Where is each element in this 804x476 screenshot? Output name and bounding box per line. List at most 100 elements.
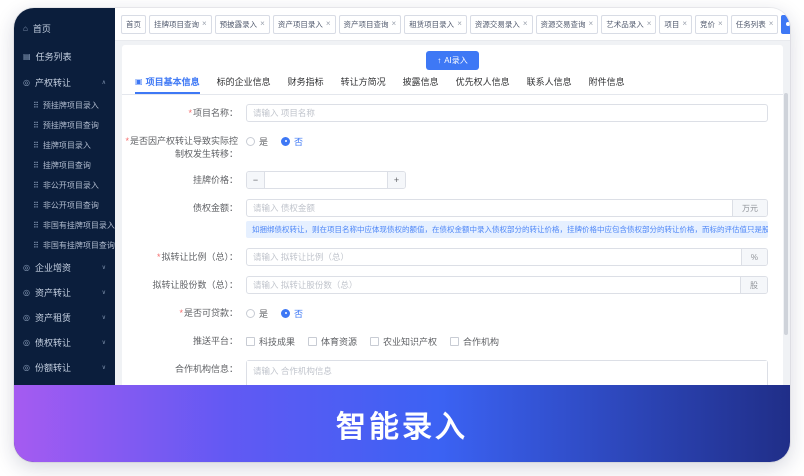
- page-tab-0[interactable]: 首页: [121, 15, 146, 34]
- page-tab-7[interactable]: 资源交易查询×: [536, 15, 599, 34]
- close-icon[interactable]: ×: [718, 20, 723, 28]
- sub-item-icon: ⠿: [33, 181, 39, 190]
- form-tab-5[interactable]: 优先权人信息: [456, 75, 510, 94]
- sidebar-group-4[interactable]: ◎债权转让∨: [14, 330, 115, 355]
- close-icon[interactable]: ×: [769, 20, 774, 28]
- form-tab-7[interactable]: 附件信息: [589, 75, 625, 94]
- scrollbar-thumb[interactable]: [784, 93, 788, 335]
- close-icon[interactable]: ×: [457, 20, 462, 28]
- chevron-down-icon: ∨: [102, 364, 106, 371]
- debt-amount-input[interactable]: [247, 203, 732, 213]
- page-tab-2[interactable]: 预披露录入×: [215, 15, 270, 34]
- page-tab-5[interactable]: 租赁项目录入×: [404, 15, 467, 34]
- required-star: *: [125, 136, 129, 146]
- page-tab-3[interactable]: 资产项目录入×: [273, 15, 336, 34]
- sidebar-subitem-0-0[interactable]: ⠿预挂牌项目录入: [14, 95, 115, 115]
- radio-label: 是: [259, 135, 268, 148]
- debt-amount-hint: 如捆绑债权转让，则在项目名称中应体现债权的额值，在债权金额中录入债权部分的转让价…: [246, 221, 768, 238]
- sidebar-group-3[interactable]: ◎资产租赁∨: [14, 305, 115, 330]
- chevron-down-icon: ∨: [102, 264, 106, 271]
- minus-button[interactable]: −: [247, 172, 265, 188]
- sidebar-group-label: 产权转让: [35, 76, 71, 89]
- form-tab-6[interactable]: 联系人信息: [527, 75, 572, 94]
- close-icon[interactable]: ×: [202, 20, 207, 28]
- form-row-transfer-shares: 拟转让股份数（总）：股: [122, 276, 768, 294]
- sidebar-group-label: 资产转让: [35, 286, 71, 299]
- ai-entry-button[interactable]: ↑ AI录入: [426, 51, 479, 70]
- page-tab-8[interactable]: 艺术品录入×: [601, 15, 656, 34]
- banner-title: 智能录入: [336, 402, 468, 446]
- field-label-listing-price: 挂牌价格：: [122, 171, 246, 189]
- form-tab-4[interactable]: 披露信息: [403, 75, 439, 94]
- form-tab-label: 联系人信息: [527, 77, 572, 87]
- tab-bar: 首页挂牌项目查询×预披露录入×资产项目录入×资产项目查询×租赁项目录入×资源交易…: [115, 8, 790, 41]
- control-transfer-radio-0[interactable]: 是: [246, 135, 268, 148]
- loan-available-radio-1[interactable]: 否: [281, 307, 303, 320]
- page-tab-4[interactable]: 资产项目查询×: [339, 15, 402, 34]
- field-label-text: 拟转让比例（总）：: [161, 252, 238, 262]
- sidebar-group-5[interactable]: ◎份额转让∨: [14, 355, 115, 380]
- form-tab-1[interactable]: 标的企业信息: [217, 75, 271, 94]
- push-platforms-checkbox-3[interactable]: 合作机构: [450, 335, 499, 348]
- sidebar-subitem-label: 预挂牌项目录入: [43, 100, 99, 111]
- smart-entry-banner: 智能录入: [14, 385, 790, 462]
- page-tab-6[interactable]: 资源交易录入×: [470, 15, 533, 34]
- loan-available-radio-0[interactable]: 是: [246, 307, 268, 320]
- transfer-shares-input[interactable]: [247, 280, 740, 290]
- sidebar-subitem-0-4[interactable]: ⠿非公开项目录入: [14, 175, 115, 195]
- close-icon[interactable]: ×: [589, 20, 594, 28]
- sidebar-group-2[interactable]: ◎资产转让∨: [14, 280, 115, 305]
- page-tab-11[interactable]: 任务列表×: [731, 15, 779, 34]
- form-tab-0[interactable]: ▣项目基本信息: [135, 75, 200, 94]
- field-label-text: 推送平台：: [193, 336, 238, 346]
- page-tab-10[interactable]: 竞价×: [695, 15, 728, 34]
- sidebar-item-1[interactable]: ▤任务列表: [14, 42, 115, 70]
- asset-transfer-icon: ◎: [23, 288, 30, 297]
- sidebar-subitem-0-3[interactable]: ⠿挂牌项目查询: [14, 155, 115, 175]
- push-platforms-checkbox-1[interactable]: 体育资源: [308, 335, 357, 348]
- control-transfer-radio-group: 是否: [246, 132, 768, 150]
- project-name-input[interactable]: [247, 108, 767, 118]
- sidebar-group-1[interactable]: ◎企业增资∨: [14, 255, 115, 280]
- sidebar-group-0[interactable]: ◎产权转让∧: [14, 70, 115, 95]
- transfer-ratio-input[interactable]: [247, 252, 741, 262]
- push-platforms-checkbox-2[interactable]: 农业知识产权: [370, 335, 437, 348]
- scrollbar[interactable]: [784, 93, 788, 335]
- field-control-push-platforms: 科技成果体育资源农业知识产权合作机构: [246, 332, 768, 350]
- listing-price-stepper-input[interactable]: [265, 172, 387, 188]
- close-icon[interactable]: ×: [392, 20, 397, 28]
- close-icon[interactable]: ×: [260, 20, 265, 28]
- close-icon[interactable]: ×: [647, 20, 652, 28]
- sidebar-subitem-0-7[interactable]: ⠿非国有挂牌项目查询: [14, 235, 115, 255]
- close-icon[interactable]: ×: [682, 20, 687, 28]
- page-tab-9[interactable]: 项目×: [659, 15, 692, 34]
- plus-button[interactable]: +: [387, 172, 405, 188]
- radio-label: 是: [259, 307, 268, 320]
- sidebar-subitem-0-1[interactable]: ⠿预挂牌项目查询: [14, 115, 115, 135]
- page-tab-12[interactable]: 预挂牌项目录入×: [781, 15, 790, 34]
- sidebar-subitem-0-6[interactable]: ⠿非国有挂牌项目录入: [14, 215, 115, 235]
- ai-entry-button-label: AI录入: [444, 55, 468, 66]
- radio-icon: [281, 137, 290, 146]
- field-label-project-name: *项目名称：: [122, 104, 246, 122]
- field-label-debt-amount: 债权金额：: [122, 199, 246, 238]
- close-icon[interactable]: ×: [326, 20, 331, 28]
- checkbox-icon: [450, 337, 459, 346]
- form-row-listing-price: 挂牌价格：− +: [122, 171, 768, 189]
- form-tab-3[interactable]: 转让方简况: [341, 75, 386, 94]
- page-tab-1[interactable]: 挂牌项目查询×: [149, 15, 212, 34]
- form-tab-2[interactable]: 财务指标: [288, 75, 324, 94]
- close-icon[interactable]: ×: [523, 20, 528, 28]
- page-tab-label: 艺术品录入: [606, 19, 644, 30]
- page-tab-label: 预披露录入: [220, 19, 258, 30]
- control-transfer-radio-1[interactable]: 否: [281, 135, 303, 148]
- sidebar-subitem-0-5[interactable]: ⠿非公开项目查询: [14, 195, 115, 215]
- active-dot-icon: [786, 22, 790, 26]
- ai-button-row: ↑ AI录入: [122, 45, 783, 74]
- field-control-transfer-shares: 股: [246, 276, 768, 294]
- checkbox-icon: [308, 337, 317, 346]
- push-platforms-checkbox-0[interactable]: 科技成果: [246, 335, 295, 348]
- field-label-text: 是否可贷款：: [184, 308, 238, 318]
- sidebar-subitem-0-2[interactable]: ⠿挂牌项目录入: [14, 135, 115, 155]
- sidebar-item-0[interactable]: ⌂首页: [14, 14, 115, 42]
